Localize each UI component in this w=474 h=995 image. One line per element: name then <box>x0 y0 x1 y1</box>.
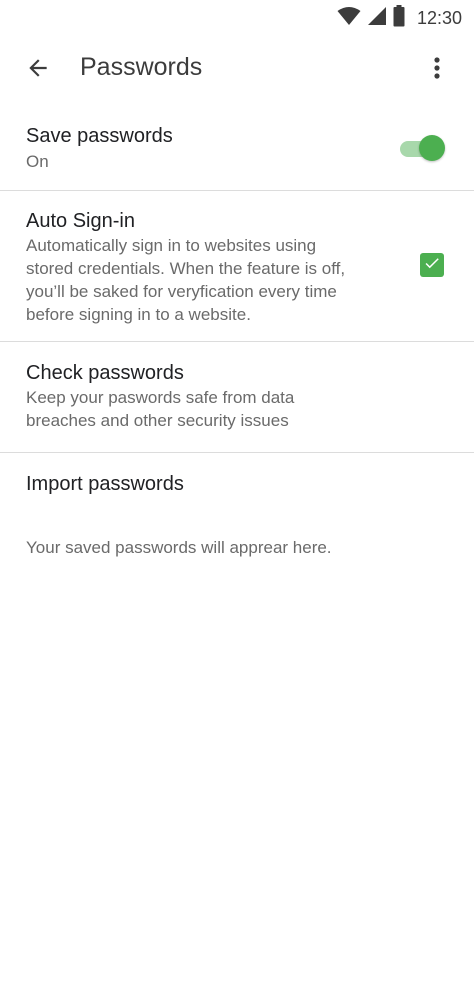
cell-signal-icon <box>367 6 387 31</box>
status-bar: 12:30 <box>0 0 474 34</box>
import-passwords-row[interactable]: Import passwords <box>0 471 474 497</box>
save-passwords-toggle[interactable] <box>398 133 448 163</box>
status-icons: 12:30 <box>337 5 462 32</box>
auto-sign-in-row[interactable]: Auto Sign-in Automatically sign in to we… <box>0 208 474 325</box>
toggle-thumb <box>419 135 445 161</box>
more-vert-icon <box>433 56 441 85</box>
auto-sign-in-line-4: before signing in to a website. <box>26 305 251 324</box>
auto-sign-in-checkbox[interactable] <box>420 253 444 277</box>
check-passwords-title: Check passwords <box>26 362 184 384</box>
auto-sign-in-line-1: Automatically sign in to websites using <box>26 236 317 255</box>
auto-sign-in-title: Auto Sign-in <box>26 210 135 232</box>
wifi-icon <box>337 6 361 31</box>
auto-sign-in-line-2: stored credentials. When the feature is … <box>26 259 346 278</box>
import-passwords-title: Import passwords <box>26 473 184 495</box>
back-button[interactable] <box>20 52 56 88</box>
check-passwords-row[interactable]: Check passwords Keep your paswords safe … <box>0 360 474 431</box>
battery-icon <box>393 5 405 32</box>
divider <box>0 452 474 453</box>
check-passwords-line-2: breaches and other security issues <box>26 411 289 430</box>
status-time: 12:30 <box>416 8 462 28</box>
auto-sign-in-line-3: you’ll be saked for veryfication every t… <box>26 282 337 301</box>
empty-state-message: Your saved passwords will apprear here. <box>26 538 332 557</box>
app-bar: Passwords <box>0 34 474 104</box>
divider <box>0 190 474 191</box>
page-title: Passwords <box>80 53 203 81</box>
arrow-back-icon <box>25 55 51 86</box>
more-options-button[interactable] <box>420 52 454 88</box>
check-passwords-line-1: Keep your paswords safe from data <box>26 388 295 407</box>
check-icon <box>423 254 441 277</box>
divider <box>0 341 474 342</box>
